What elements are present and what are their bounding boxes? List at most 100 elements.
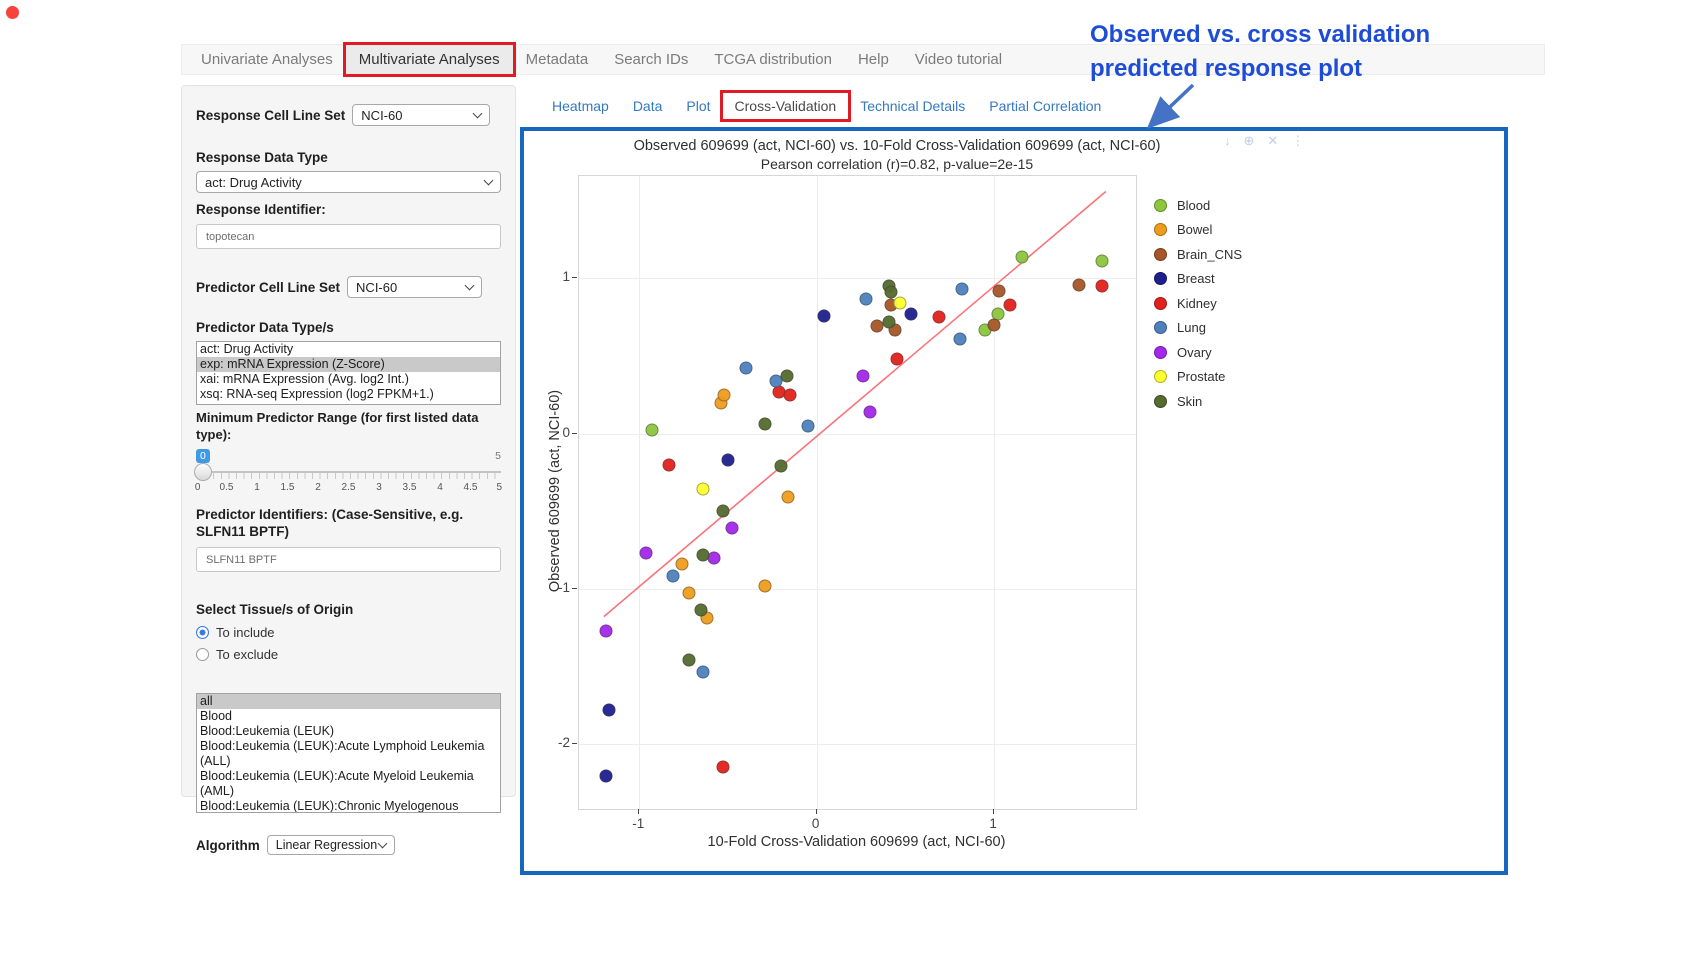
nav-tab-multivariate-analyses[interactable]: Multivariate Analyses xyxy=(346,45,513,74)
x-tick-label: -1 xyxy=(632,816,644,831)
y-tick-mark xyxy=(572,433,577,434)
legend-label: Skin xyxy=(1177,394,1202,409)
result-tab-partial-correlation[interactable]: Partial Correlation xyxy=(977,93,1113,119)
scatter-point-skin xyxy=(697,548,710,561)
result-tabs: HeatmapDataPlotCross-ValidationTechnical… xyxy=(540,93,1113,119)
plot-legend: Blood Bowel Brain_CNS Breast KidneyLungOvary… xyxy=(1154,193,1242,414)
legend-label: Bowel xyxy=(1177,222,1212,237)
nav-tab-univariate-analyses[interactable]: Univariate Analyses xyxy=(188,45,346,74)
chevron-down-icon xyxy=(465,281,475,291)
scatter-point-brain-cns xyxy=(1073,278,1086,291)
scatter-point-kidney xyxy=(890,353,903,366)
tissue-option-blood-leukemia-leuk[interactable]: Blood:Leukemia (LEUK) xyxy=(197,724,500,739)
legend-label: Blood xyxy=(1177,198,1210,213)
slider-tick-label: 1 xyxy=(254,482,260,493)
x-tick-mark xyxy=(816,809,817,814)
result-tab-data[interactable]: Data xyxy=(621,93,675,119)
predictor-option-xsq-rna-seq-expression-log2-fpkm-1[interactable]: xsq: RNA-seq Expression (log2 FPKM+1.) xyxy=(197,387,500,402)
legend-item-kidney[interactable]: Kidney xyxy=(1154,291,1242,316)
scatter-point-blood xyxy=(645,424,658,437)
slider-tick-label: 5 xyxy=(497,482,503,493)
legend-item-brain-cns[interactable]: Brain_CNS xyxy=(1154,242,1242,267)
legend-dot-icon xyxy=(1154,297,1167,310)
nav-tab-tcga-distribution[interactable]: TCGA distribution xyxy=(701,45,845,74)
slider-max-label: 5 xyxy=(495,450,501,462)
scatter-point-ovary xyxy=(725,522,738,535)
predictor-option-act-drug-activity[interactable]: act: Drug Activity xyxy=(197,342,500,357)
legend-item-prostate[interactable]: Prostate xyxy=(1154,365,1242,390)
scatter-point-blood xyxy=(1096,255,1109,268)
scatter-point-skin xyxy=(759,418,772,431)
scatter-point-brain-cns xyxy=(871,320,884,333)
scatter-point-kidney xyxy=(933,311,946,324)
algorithm-select[interactable]: Linear Regression xyxy=(267,835,395,855)
window-dot-icon xyxy=(6,6,19,19)
predictor-data-types-listbox[interactable]: act: Drug Activityexp: mRNA Expression (… xyxy=(196,341,501,405)
legend-dot-icon xyxy=(1154,223,1167,236)
result-tab-cross-validation[interactable]: Cross-Validation xyxy=(723,93,849,119)
x-tick-mark xyxy=(993,809,994,814)
response-identifier-input[interactable] xyxy=(196,224,501,249)
response-cell-line-set-select[interactable]: NCI-60 xyxy=(352,104,490,126)
slider-tick-label: 4 xyxy=(437,482,443,493)
scatter-point-prostate xyxy=(697,483,710,496)
slider-tickmarks xyxy=(198,473,499,479)
scatter-point-skin xyxy=(883,315,896,328)
nav-tab-video-tutorial[interactable]: Video tutorial xyxy=(902,45,1015,74)
slider-handle[interactable] xyxy=(194,463,212,481)
slider-tick-label: 3.5 xyxy=(403,482,417,493)
legend-item-bowel[interactable]: Bowel xyxy=(1154,218,1242,243)
result-tab-heatmap[interactable]: Heatmap xyxy=(540,93,621,119)
tissue-option-blood[interactable]: Blood xyxy=(197,709,500,724)
legend-dot-icon xyxy=(1154,248,1167,261)
legend-item-skin[interactable]: Skin xyxy=(1154,389,1242,414)
legend-item-lung[interactable]: Lung xyxy=(1154,316,1242,341)
predictor-option-exp-mrna-expression-z-score[interactable]: exp: mRNA Expression (Z-Score) xyxy=(197,357,500,372)
scatter-point-breast xyxy=(599,770,612,783)
tissue-option-all[interactable]: all xyxy=(197,694,500,709)
nav-tab-metadata[interactable]: Metadata xyxy=(513,45,602,74)
plot-region[interactable] xyxy=(578,175,1137,810)
scatter-point-kidney xyxy=(1096,280,1109,293)
min-predictor-range-slider[interactable]: 0 5 00.511.522.533.544.55 xyxy=(196,449,501,497)
to-include-radio[interactable] xyxy=(196,626,209,639)
legend-label: Breast xyxy=(1177,271,1215,286)
scatter-point-skin xyxy=(682,654,695,667)
tissue-option-blood-leukemia-leuk-chronic-myelogenous-[interactable]: Blood:Leukemia (LEUK):Chronic Myelogenou… xyxy=(197,799,500,813)
scatter-point-breast xyxy=(603,703,616,716)
predictor-data-types-label: Predictor Data Type/s xyxy=(196,319,501,336)
scatter-point-kidney xyxy=(784,388,797,401)
tissue-option-blood-leukemia-leuk-acute-lymphoid-leuke[interactable]: Blood:Leukemia (LEUK):Acute Lymphoid Leu… xyxy=(197,739,500,769)
legend-item-blood[interactable]: Blood xyxy=(1154,193,1242,218)
scatter-point-lung xyxy=(956,283,969,296)
legend-dot-icon xyxy=(1154,395,1167,408)
predictor-cell-line-set-select[interactable]: NCI-60 xyxy=(347,276,482,298)
response-cell-line-set-label: Response Cell Line Set xyxy=(196,107,345,124)
legend-item-breast[interactable]: Breast xyxy=(1154,267,1242,292)
slider-tick-label: 0 xyxy=(195,482,201,493)
nav-tab-search-ids[interactable]: Search IDs xyxy=(601,45,701,74)
legend-label: Prostate xyxy=(1177,369,1225,384)
more-icon[interactable]: ⋮ xyxy=(1291,133,1304,149)
plot-title: Observed 609699 (act, NCI-60) vs. 10-Fol… xyxy=(524,138,1270,154)
legend-dot-icon xyxy=(1154,272,1167,285)
legend-dot-icon xyxy=(1154,370,1167,383)
result-tab-plot[interactable]: Plot xyxy=(674,93,722,119)
scatter-point-lung xyxy=(667,570,680,583)
nav-tab-help[interactable]: Help xyxy=(845,45,902,74)
tissue-option-blood-leukemia-leuk-acute-myeloid-leukem[interactable]: Blood:Leukemia (LEUK):Acute Myeloid Leuk… xyxy=(197,769,500,799)
sidebar-panel: Response Cell Line Set NCI-60 Response D… xyxy=(181,85,516,797)
response-data-type-select[interactable]: act: Drug Activity xyxy=(196,171,501,193)
scatter-point-breast xyxy=(904,308,917,321)
scatter-point-skin xyxy=(885,286,898,299)
result-tab-technical-details[interactable]: Technical Details xyxy=(848,93,977,119)
y-axis-title: Observed 609699 (act, NCI-60) xyxy=(547,341,563,641)
tissue-listbox[interactable]: allBloodBlood:Leukemia (LEUK)Blood:Leuke… xyxy=(196,693,501,813)
to-exclude-radio[interactable] xyxy=(196,648,209,661)
predictor-identifiers-input[interactable] xyxy=(196,547,501,572)
scatter-point-bowel xyxy=(759,579,772,592)
scatter-point-breast xyxy=(722,453,735,466)
predictor-option-xai-mrna-expression-avg-log2-int[interactable]: xai: mRNA Expression (Avg. log2 Int.) xyxy=(197,372,500,387)
legend-item-ovary[interactable]: Ovary xyxy=(1154,340,1242,365)
x-tick-mark xyxy=(638,809,639,814)
